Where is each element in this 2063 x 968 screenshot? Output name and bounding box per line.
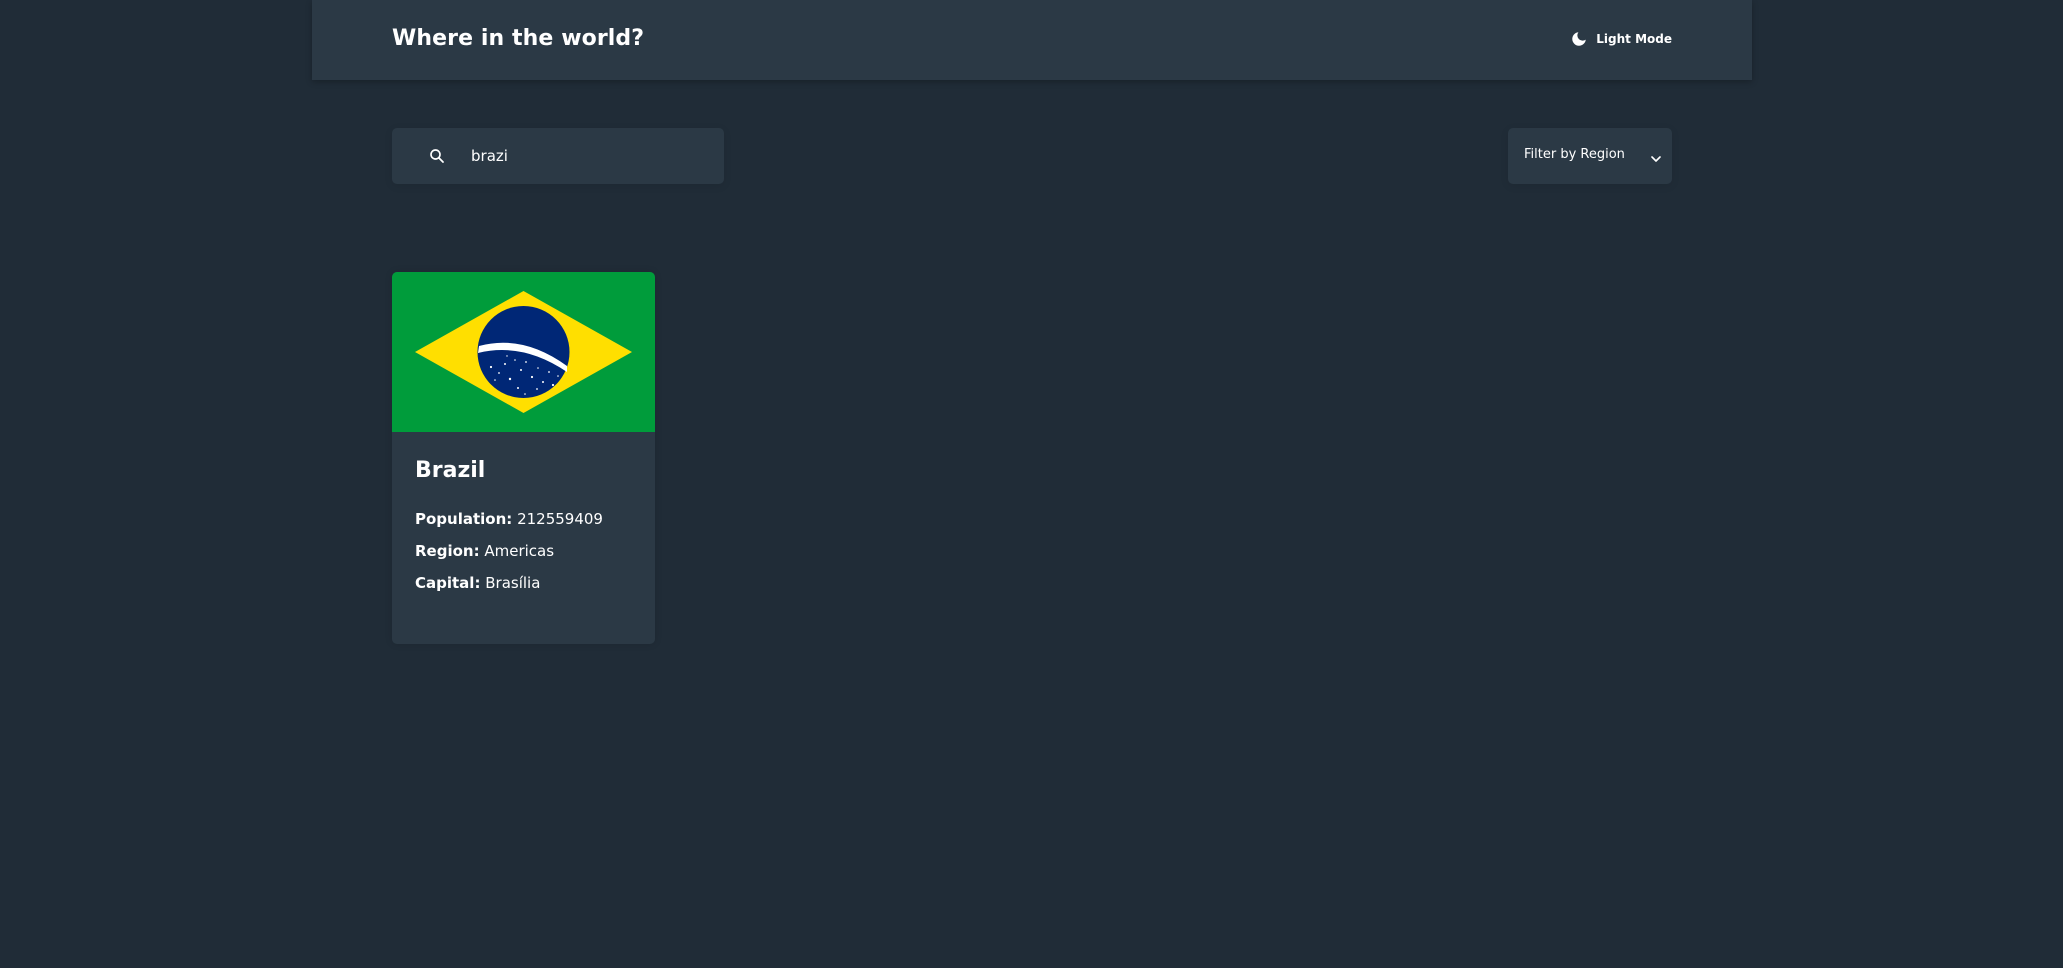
search-box[interactable] (392, 128, 724, 184)
country-card-brazil[interactable]: Brazil Population: 212559409 Region: Ame… (392, 272, 655, 644)
capital-value: Brasília (485, 574, 541, 592)
region-row: Region: Americas (415, 535, 603, 567)
capital-row: Capital: Brasília (415, 567, 603, 599)
brazil-flag (392, 272, 655, 432)
population-label: Population: (415, 510, 513, 528)
theme-toggle-label: Light Mode (1596, 32, 1672, 46)
country-name: Brazil (415, 458, 486, 483)
population-row: Population: 212559409 (415, 503, 603, 535)
card-body: Brazil Population: 212559409 Region: Ame… (415, 458, 603, 599)
population-value: 212559409 (517, 510, 603, 528)
capital-label: Capital: (415, 574, 481, 592)
theme-toggle-button[interactable]: Light Mode (1570, 30, 1672, 48)
region-filter-dropdown[interactable]: Filter by Region (1508, 128, 1672, 184)
filter-label: Filter by Region (1524, 147, 1625, 162)
region-value: Americas (484, 542, 555, 560)
top-header: Where in the world? Light Mode (312, 0, 1752, 80)
search-icon (428, 147, 446, 169)
moon-icon (1570, 30, 1588, 48)
chevron-down-icon (1650, 150, 1662, 169)
search-input[interactable] (471, 128, 711, 184)
app-title: Where in the world? (392, 26, 645, 51)
region-label: Region: (415, 542, 480, 560)
